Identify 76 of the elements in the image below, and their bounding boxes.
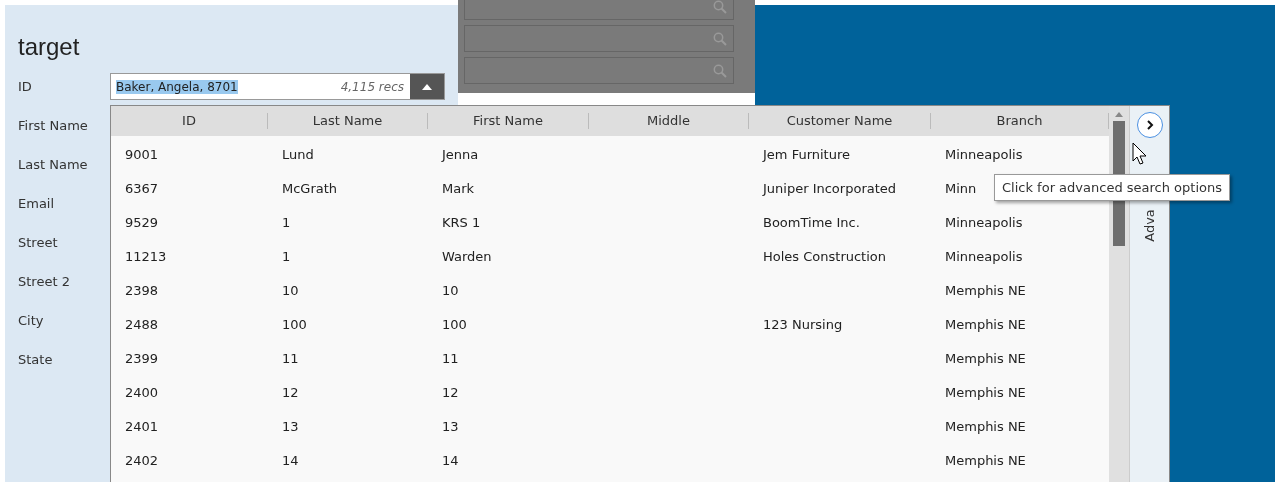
table-cell: 2399 xyxy=(125,350,159,366)
search-icon xyxy=(713,63,727,78)
table-cell: Holes Construction xyxy=(763,248,887,264)
table-cell: 12 xyxy=(442,384,459,400)
table-cell: Memphis NE xyxy=(945,316,1026,332)
record-count: 4,115 recs xyxy=(340,79,404,94)
table-cell: 9001 xyxy=(125,146,159,162)
field-label: ID xyxy=(18,79,33,94)
table-cell: 11 xyxy=(282,350,299,366)
search-field[interactable] xyxy=(464,57,734,84)
field-label: Email xyxy=(18,196,56,211)
tooltip: Click for advanced search options xyxy=(994,174,1230,201)
table-cell: KRS 1 xyxy=(442,214,481,230)
table-cell: 1 xyxy=(282,214,291,230)
table-cell: 10 xyxy=(442,282,459,298)
table-cell: Memphis NE xyxy=(945,452,1026,468)
table-cell: 2401 xyxy=(125,418,159,434)
table-cell: Minn xyxy=(945,180,977,196)
table-cell: Mark xyxy=(442,180,475,196)
table-cell: 11 xyxy=(442,350,459,366)
table-cell: 9529 xyxy=(125,214,159,230)
advanced-label: Adva xyxy=(1142,209,1157,242)
table-cell: 2400 xyxy=(125,384,159,400)
form-title: target xyxy=(18,33,81,62)
table-cell: Minneapolis xyxy=(945,146,1023,162)
chevron-right-icon xyxy=(1144,120,1155,130)
column-header[interactable]: First Name xyxy=(428,113,589,129)
table-cell: Memphis NE xyxy=(945,418,1026,434)
table-cell: 12 xyxy=(282,384,299,400)
table-cell: Juniper Incorporated xyxy=(763,180,897,196)
field-label: First Name xyxy=(18,118,89,133)
table-cell: BoomTime Inc. xyxy=(763,214,860,230)
search-icon xyxy=(713,0,727,14)
search-field[interactable] xyxy=(464,25,734,52)
table-cell: Lund xyxy=(282,146,314,162)
table-cell: McGrath xyxy=(282,180,338,196)
column-header[interactable]: Customer Name xyxy=(749,113,931,129)
field-label: Last Name xyxy=(18,157,89,172)
field-label: City xyxy=(18,313,45,328)
column-header[interactable]: Middle xyxy=(589,113,749,129)
column-header[interactable]: ID xyxy=(111,113,268,129)
table-cell: 2402 xyxy=(125,452,159,468)
table-cell: 14 xyxy=(282,452,299,468)
table-cell: 10 xyxy=(282,282,299,298)
table-cell: 6367 xyxy=(125,180,159,196)
table-cell: 13 xyxy=(442,418,459,434)
table-cell: 123 Nursing xyxy=(763,316,843,332)
table-cell: 11213 xyxy=(125,248,167,264)
table-cell: 13 xyxy=(282,418,299,434)
table-cell: Memphis NE xyxy=(945,282,1026,298)
cursor-icon xyxy=(1132,142,1148,166)
table-cell: 2488 xyxy=(125,316,159,332)
table-cell: 100 xyxy=(282,316,307,332)
dropdown-button[interactable] xyxy=(410,74,444,99)
advanced-search-button[interactable] xyxy=(1136,112,1163,138)
search-icon xyxy=(713,31,727,46)
table-cell: Warden xyxy=(442,248,492,264)
column-header[interactable]: Last Name xyxy=(268,113,428,129)
field-label: State xyxy=(18,352,54,367)
table-cell: 100 xyxy=(442,316,467,332)
caret-icon xyxy=(422,83,432,90)
table-cell: 2398 xyxy=(125,282,159,298)
field-label: Street xyxy=(18,235,59,250)
table-cell: Minneapolis xyxy=(945,248,1023,264)
table-cell: 14 xyxy=(442,452,459,468)
scroll-up-icon[interactable] xyxy=(1115,112,1123,117)
table-cell: Minneapolis xyxy=(945,214,1023,230)
table-cell: Jenna xyxy=(442,146,479,162)
id-lookup-field[interactable]: Baker, Angela, 8701 4,115 recs xyxy=(110,73,445,100)
lookup-value: Baker, Angela, 8701 xyxy=(116,79,238,94)
field-label: Street 2 xyxy=(18,274,71,289)
table-cell: 1 xyxy=(282,248,291,264)
table-cell: Jem Furniture xyxy=(763,146,850,162)
table-cell: Memphis NE xyxy=(945,350,1026,366)
search-field[interactable] xyxy=(464,0,734,20)
table-cell: Memphis NE xyxy=(945,384,1026,400)
